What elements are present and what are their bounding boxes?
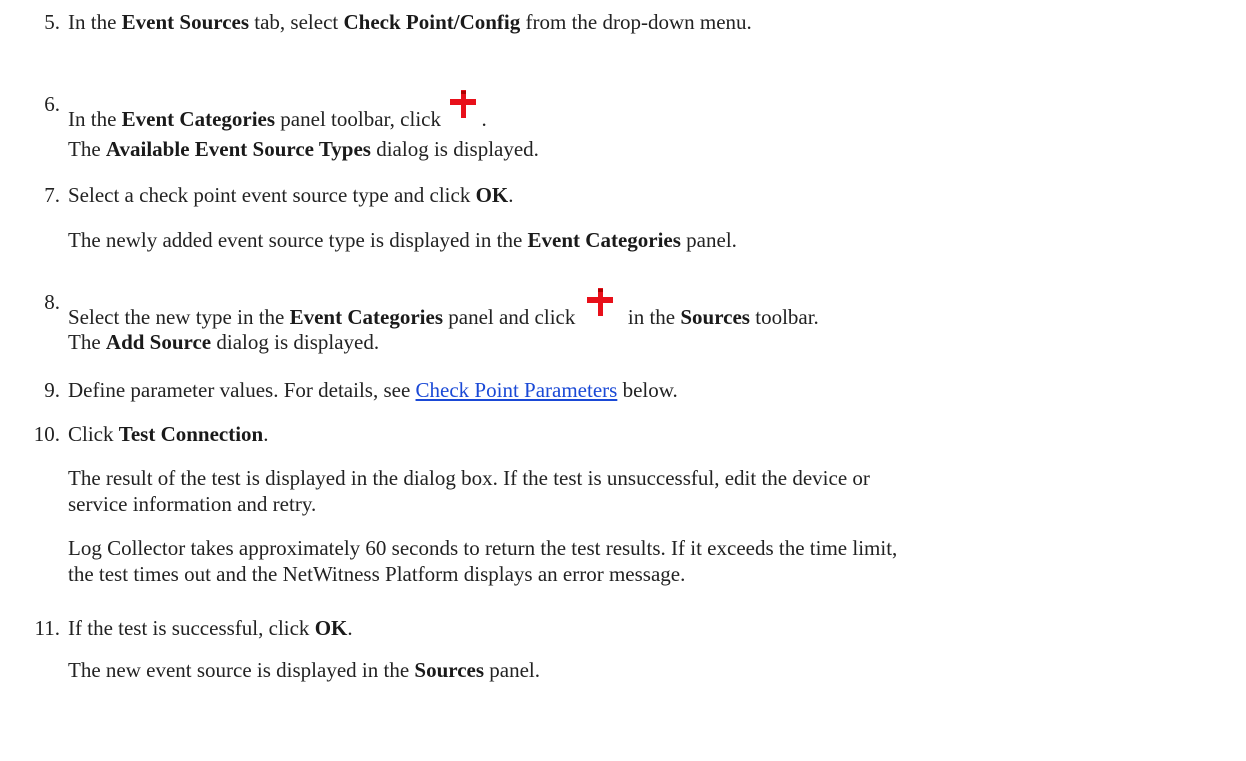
result-text: dialog is displayed. bbox=[211, 330, 380, 354]
step-text: Select a check point event source type a… bbox=[68, 183, 476, 207]
step-6-result: The Available Event Source Types dialog … bbox=[68, 135, 539, 163]
bold-term: Sources bbox=[414, 658, 485, 682]
result-text: panel. bbox=[484, 658, 541, 682]
result-text: The bbox=[68, 137, 106, 161]
step-number: 9. bbox=[44, 378, 60, 402]
step-text: tab, select bbox=[249, 10, 344, 34]
step-10-para-2-line-2: the test times out and the NetWitness Pl… bbox=[68, 562, 686, 586]
step-text: . bbox=[508, 183, 514, 207]
step-7-result: The newly added event source type is dis… bbox=[68, 226, 737, 254]
step-text: Define parameter values. For details, se… bbox=[68, 378, 416, 402]
result-text: The new event source is displayed in the bbox=[68, 658, 415, 682]
result-text: panel. bbox=[680, 228, 737, 252]
step-text: In the bbox=[68, 10, 122, 34]
step-text: Select the new type in the bbox=[68, 305, 290, 329]
bold-term: Event Sources bbox=[121, 10, 250, 34]
step-number: 8. bbox=[44, 290, 60, 314]
result-text: dialog is displayed. bbox=[370, 137, 539, 161]
check-point-parameters-link[interactable]: Check Point Parameters bbox=[416, 378, 618, 402]
bold-term: Event Categories bbox=[289, 305, 443, 329]
bold-term: OK bbox=[475, 183, 509, 207]
step-number: 5. bbox=[44, 10, 60, 34]
step-10-para-2-line-1: Log Collector takes approximately 60 sec… bbox=[68, 536, 898, 560]
bold-term: Event Categories bbox=[527, 228, 681, 252]
step-text: If the test is successful, click bbox=[68, 616, 315, 640]
plus-icon bbox=[450, 90, 477, 118]
step-10-para-1-line-2: service information and retry. bbox=[68, 492, 317, 516]
plus-icon bbox=[586, 288, 613, 316]
step-number: 10. bbox=[33, 422, 60, 446]
step-text: below. bbox=[617, 378, 678, 402]
step-number: 11. bbox=[34, 616, 60, 640]
step-8-result: The Add Source dialog is displayed. bbox=[68, 328, 379, 356]
step-text: . bbox=[347, 616, 353, 640]
step-text: from the drop-down menu. bbox=[520, 10, 752, 34]
bold-term: OK bbox=[314, 616, 348, 640]
step-text: panel toolbar, click bbox=[275, 107, 441, 131]
bold-term: Sources bbox=[680, 305, 750, 329]
bold-term: Check Point/Config bbox=[343, 10, 521, 34]
step-text: . bbox=[481, 107, 487, 131]
result-text: The newly added event source type is dis… bbox=[68, 228, 528, 252]
bold-term: Test Connection bbox=[118, 422, 264, 446]
step-text: in the bbox=[622, 305, 681, 329]
step-number: 7. bbox=[44, 183, 60, 207]
bold-term: Add Source bbox=[105, 330, 212, 354]
step-text: toolbar. bbox=[749, 305, 819, 329]
step-text: panel and click bbox=[443, 305, 576, 329]
step-text: Click bbox=[68, 422, 119, 446]
step-10-para-1-line-1: The result of the test is displayed in t… bbox=[68, 466, 870, 490]
step-11-result: The new event source is displayed in the… bbox=[68, 656, 540, 684]
bold-term: Available Event Source Types bbox=[105, 137, 371, 161]
result-text: The bbox=[68, 330, 106, 354]
step-text: In the bbox=[68, 107, 122, 131]
bold-term: Event Categories bbox=[121, 107, 276, 131]
step-number: 6. bbox=[44, 92, 60, 116]
step-text: . bbox=[263, 422, 269, 446]
